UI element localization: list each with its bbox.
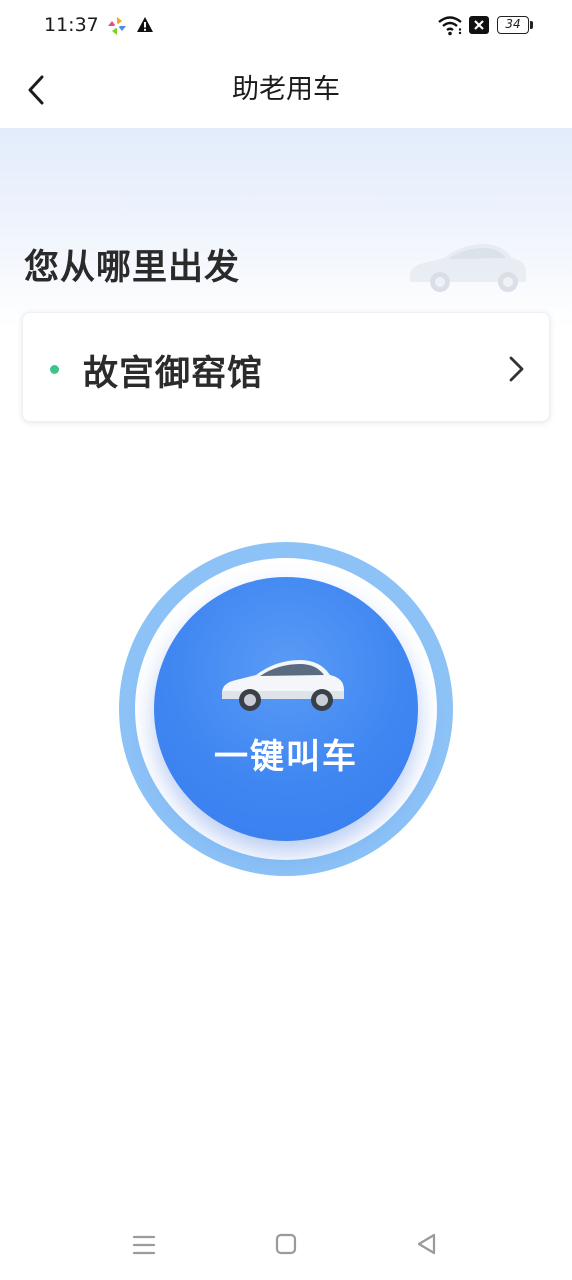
battery-icon: 34: [497, 16, 533, 34]
status-time: 11:37: [44, 14, 99, 36]
battery-level: 34: [497, 16, 529, 34]
back-triangle-icon[interactable]: [415, 1232, 437, 1256]
car-illustration-icon: [410, 244, 526, 292]
origin-selector[interactable]: 故宫御窑馆: [22, 312, 550, 422]
system-nav-bar: [0, 1200, 572, 1280]
app-icon: [108, 17, 126, 35]
call-button-label: 一键叫车: [214, 737, 358, 777]
origin-name: 故宫御窑馆: [83, 354, 264, 394]
page-title: 助老用车: [232, 74, 340, 105]
wifi-icon: [438, 16, 462, 36]
home-icon[interactable]: [275, 1233, 297, 1255]
back-button[interactable]: [16, 68, 56, 112]
chevron-right-icon: [509, 356, 524, 382]
one-tap-call-car-button[interactable]: 一键叫车: [154, 577, 418, 841]
car-icon: [222, 660, 344, 711]
origin-dot-icon: [50, 365, 59, 374]
chevron-left-icon: [28, 75, 44, 105]
battery-tip: [530, 21, 533, 29]
departure-question: 您从哪里出发: [24, 248, 241, 288]
status-bar: 11:37 34: [0, 0, 572, 52]
no-sim-icon: [469, 16, 489, 34]
app-header: 助老用车: [0, 52, 572, 128]
menu-icon[interactable]: [131, 1233, 157, 1257]
call-button-outer-ring: 一键叫车: [119, 542, 453, 876]
app-screen: 11:37 34 助老用车 您从哪里出发 故宫御窑馆 一键叫车: [0, 0, 572, 1280]
hero-section: 您从哪里出发: [0, 128, 572, 328]
warning-icon: [137, 17, 153, 32]
